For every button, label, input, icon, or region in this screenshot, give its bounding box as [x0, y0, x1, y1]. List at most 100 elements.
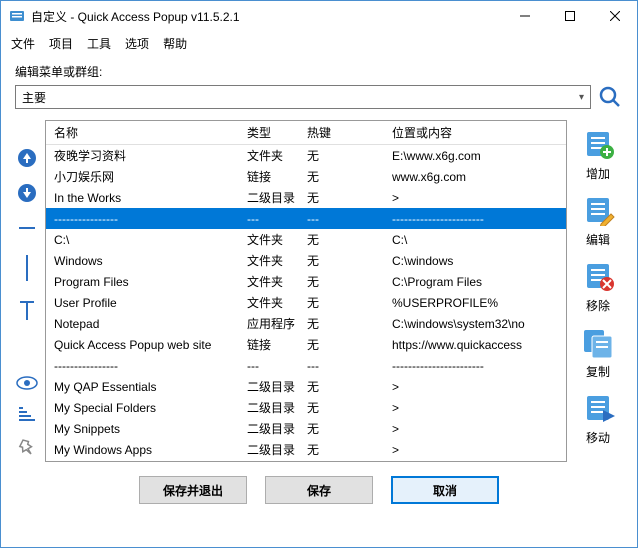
- cell-location: E:\www.x6g.com: [384, 149, 566, 163]
- save-exit-button[interactable]: 保存并退出: [139, 476, 247, 504]
- right-toolbar: 增加编辑移除复制移动: [573, 120, 623, 462]
- cell-hotkey: 无: [299, 441, 384, 458]
- cell-location: https://www.quickaccess: [384, 338, 566, 352]
- list-row[interactable]: Program Files文件夹无C:\Program Files: [46, 271, 566, 292]
- list-row[interactable]: My QAP Essentials二级目录无>: [46, 376, 566, 397]
- menu-options[interactable]: 选项: [125, 35, 149, 52]
- cell-hotkey: 无: [299, 147, 384, 164]
- cell-hotkey: 无: [299, 294, 384, 311]
- list-row[interactable]: Windows文件夹无C:\windows: [46, 250, 566, 271]
- cell-name: Windows: [46, 254, 239, 268]
- edit-menu-label: 编辑菜单或群组:: [15, 63, 623, 80]
- edit-tool[interactable]: 编辑: [581, 196, 615, 248]
- tool-label: 移除: [586, 297, 610, 314]
- cell-location: -----------------------: [384, 359, 566, 373]
- cell-name: User Profile: [46, 296, 239, 310]
- menu-item[interactable]: 项目: [49, 35, 73, 52]
- list-row[interactable]: ----------------------------------------…: [46, 208, 566, 229]
- cell-hotkey: ---: [299, 212, 384, 226]
- cell-type: 应用程序: [239, 315, 299, 332]
- list-row[interactable]: ----------------------------------------…: [46, 460, 566, 462]
- cell-name: Quick Access Popup web site: [46, 338, 239, 352]
- cell-hotkey: 无: [299, 231, 384, 248]
- item-list[interactable]: 名称 类型 热键 位置或内容 夜晚学习资料文件夹无E:\www.x6g.com小…: [45, 120, 567, 462]
- col-type[interactable]: 类型: [239, 124, 299, 141]
- list-row[interactable]: 夜晚学习资料文件夹无E:\www.x6g.com: [46, 145, 566, 166]
- left-toolbar: [15, 120, 39, 462]
- titlebar: 自定义 - Quick Access Popup v11.5.2.1: [1, 1, 637, 31]
- pin-icon[interactable]: [18, 437, 36, 462]
- minimize-button[interactable]: [502, 1, 547, 31]
- cell-location: %USERPROFILE%: [384, 296, 566, 310]
- cell-type: 二级目录: [239, 378, 299, 395]
- text-format-icon[interactable]: [17, 298, 37, 327]
- list-row[interactable]: Notepad应用程序无C:\windows\system32\no: [46, 313, 566, 334]
- cell-location: >: [384, 401, 566, 415]
- menubar: 文件 项目 工具 选项 帮助: [1, 31, 637, 55]
- cell-hotkey: 无: [299, 315, 384, 332]
- add-tool[interactable]: 增加: [581, 130, 615, 182]
- cell-type: ---: [239, 359, 299, 373]
- menu-tools[interactable]: 工具: [87, 35, 111, 52]
- cell-type: 文件夹: [239, 294, 299, 311]
- cell-hotkey: 无: [299, 189, 384, 206]
- sort-icon[interactable]: [17, 406, 37, 427]
- chevron-down-icon: ▾: [579, 92, 584, 103]
- separator-vertical-icon[interactable]: [17, 253, 37, 288]
- move-down-button[interactable]: [17, 183, 37, 208]
- list-row[interactable]: 小刀娱乐网链接无www.x6g.com: [46, 166, 566, 187]
- cell-hotkey: 无: [299, 399, 384, 416]
- list-row[interactable]: Quick Access Popup web site链接无https://ww…: [46, 334, 566, 355]
- app-icon: [9, 8, 25, 24]
- cell-location: C:\: [384, 233, 566, 247]
- list-row[interactable]: ----------------------------------------…: [46, 355, 566, 376]
- cell-name: ----------------: [46, 359, 239, 373]
- cell-name: My Special Folders: [46, 401, 239, 415]
- cell-location: >: [384, 443, 566, 457]
- cell-type: 二级目录: [239, 420, 299, 437]
- cell-location: >: [384, 422, 566, 436]
- move-up-button[interactable]: [17, 148, 37, 173]
- save-button[interactable]: 保存: [265, 476, 373, 504]
- col-name[interactable]: 名称: [46, 124, 239, 141]
- move-tool[interactable]: 移动: [581, 394, 615, 446]
- combo-value: 主要: [22, 89, 46, 106]
- list-row[interactable]: In the Works二级目录无>: [46, 187, 566, 208]
- cell-location: www.x6g.com: [384, 170, 566, 184]
- menu-group-combo[interactable]: 主要 ▾: [15, 85, 591, 109]
- list-row[interactable]: User Profile文件夹无%USERPROFILE%: [46, 292, 566, 313]
- cell-type: 文件夹: [239, 252, 299, 269]
- copy-icon: [581, 328, 615, 361]
- cell-type: 二级目录: [239, 189, 299, 206]
- cell-hotkey: 无: [299, 420, 384, 437]
- window-title: 自定义 - Quick Access Popup v11.5.2.1: [31, 8, 502, 25]
- cancel-button[interactable]: 取消: [391, 476, 499, 504]
- cell-location: >: [384, 191, 566, 205]
- cell-type: 文件夹: [239, 147, 299, 164]
- copy-tool[interactable]: 复制: [581, 328, 615, 380]
- col-hotkey[interactable]: 热键: [299, 124, 384, 141]
- menu-help[interactable]: 帮助: [163, 35, 187, 52]
- separator-horizontal-icon[interactable]: [17, 218, 37, 243]
- remove-tool[interactable]: 移除: [581, 262, 615, 314]
- maximize-button[interactable]: [547, 1, 592, 31]
- list-row[interactable]: My Special Folders二级目录无>: [46, 397, 566, 418]
- list-row[interactable]: C:\文件夹无C:\: [46, 229, 566, 250]
- cell-location: C:\Program Files: [384, 275, 566, 289]
- cell-type: 二级目录: [239, 399, 299, 416]
- list-header: 名称 类型 热键 位置或内容: [46, 121, 566, 145]
- cell-name: 小刀娱乐网: [46, 168, 239, 185]
- eye-icon[interactable]: [16, 375, 38, 396]
- col-location[interactable]: 位置或内容: [384, 124, 566, 141]
- list-row[interactable]: My Windows Apps二级目录无>: [46, 439, 566, 460]
- cell-location: -----------------------: [384, 212, 566, 226]
- cell-name: C:\: [46, 233, 239, 247]
- list-row[interactable]: My Snippets二级目录无>: [46, 418, 566, 439]
- edit-icon: [581, 196, 615, 229]
- cell-type: 链接: [239, 336, 299, 353]
- menu-file[interactable]: 文件: [11, 35, 35, 52]
- tool-label: 编辑: [586, 231, 610, 248]
- search-button[interactable]: [597, 84, 623, 110]
- close-button[interactable]: [592, 1, 637, 31]
- cell-type: 链接: [239, 168, 299, 185]
